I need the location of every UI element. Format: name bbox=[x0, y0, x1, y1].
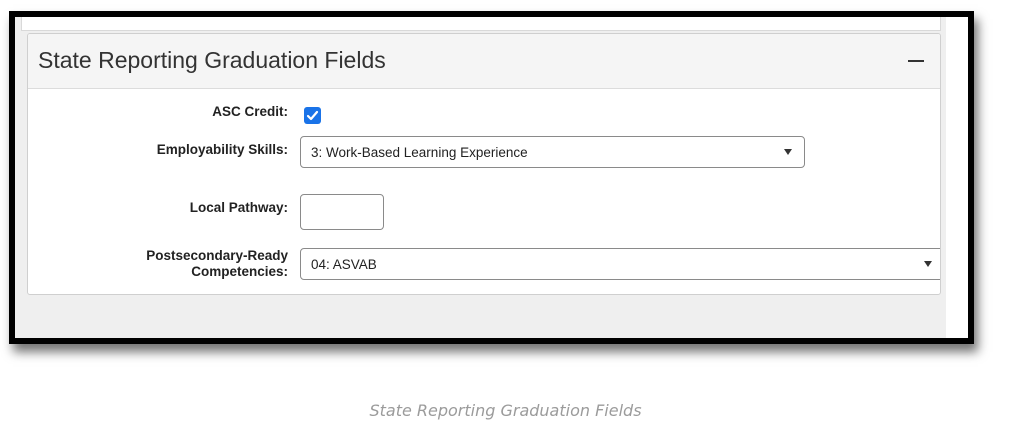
postsecondary-ready-label-line2: Competencies: bbox=[191, 264, 288, 279]
screenshot-frame: State Reporting Graduation Fields ASC Cr… bbox=[9, 11, 974, 344]
asc-credit-checkbox[interactable] bbox=[304, 107, 321, 124]
checkmark-icon bbox=[306, 110, 319, 121]
image-caption: State Reporting Graduation Fields bbox=[369, 401, 642, 420]
postsecondary-ready-value: 04: ASVAB bbox=[311, 257, 377, 272]
minus-icon bbox=[908, 60, 924, 62]
employability-skills-select[interactable]: 3: Work-Based Learning Experience bbox=[300, 136, 805, 168]
asc-credit-row: ASC Credit: bbox=[28, 98, 940, 128]
right-scroll-area bbox=[946, 17, 968, 338]
asc-credit-label: ASC Credit: bbox=[212, 104, 288, 119]
previous-panel-edge bbox=[21, 17, 941, 31]
employability-skills-label: Employability Skills: bbox=[156, 142, 288, 157]
local-pathway-row: Local Pathway: bbox=[28, 194, 940, 230]
postsecondary-ready-select[interactable]: 04: ASVAB bbox=[300, 248, 940, 280]
collapse-button[interactable] bbox=[902, 44, 930, 74]
employability-skills-value: 3: Work-Based Learning Experience bbox=[311, 145, 528, 160]
panel-title: State Reporting Graduation Fields bbox=[38, 47, 386, 73]
local-pathway-input[interactable] bbox=[300, 194, 384, 230]
panel-header[interactable]: State Reporting Graduation Fields bbox=[28, 34, 940, 89]
postsecondary-ready-row: Postsecondary-Ready Competencies: 04: AS… bbox=[28, 246, 940, 286]
postsecondary-ready-label: Postsecondary-Ready Competencies: bbox=[48, 248, 288, 280]
dropdown-arrow-icon bbox=[784, 149, 792, 155]
postsecondary-ready-label-line1: Postsecondary-Ready bbox=[146, 248, 288, 263]
employability-skills-row: Employability Skills: 3: Work-Based Lear… bbox=[28, 136, 940, 172]
dropdown-arrow-icon bbox=[924, 261, 932, 267]
local-pathway-label: Local Pathway: bbox=[189, 200, 288, 215]
graduation-fields-panel: State Reporting Graduation Fields ASC Cr… bbox=[27, 33, 941, 295]
